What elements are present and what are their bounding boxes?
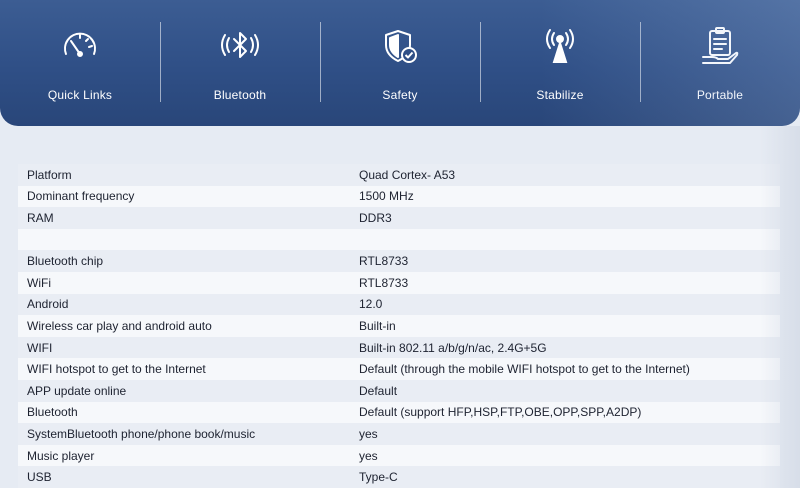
- spec-key: Dominant frequency: [27, 189, 135, 204]
- feature-portable: Portable: [640, 0, 800, 126]
- spec-key: SystemBluetooth phone/phone book/music: [27, 426, 256, 441]
- spec-table: Platform Quad Cortex- A53 Dominant freque…: [18, 164, 780, 488]
- feature-safety: Safety: [320, 0, 480, 126]
- spec-key: WIFI hotspot to get to the Internet: [27, 362, 206, 377]
- table-row: [18, 228, 780, 251]
- table-row: WIFI Built-in 802.11 a/b/g/n/ac, 2.4G+5G: [18, 336, 780, 359]
- spec-value: Default: [359, 383, 398, 398]
- feature-stabilize: Stabilize: [480, 0, 640, 126]
- spec-key: RAM: [27, 210, 54, 225]
- spec-key: USB: [27, 470, 52, 485]
- spec-key: Wireless car play and android auto: [27, 318, 212, 333]
- spec-value: Default (through the mobile WIFI hotspot…: [359, 362, 690, 377]
- spec-key: Bluetooth chip: [27, 254, 104, 269]
- spec-value: Built-in 802.11 a/b/g/n/ac, 2.4G+5G: [359, 340, 547, 355]
- table-row: USB Type-C: [18, 466, 780, 488]
- spec-key: Bluetooth: [27, 405, 78, 420]
- spec-value: DDR3: [359, 210, 392, 225]
- antenna-icon: [538, 24, 582, 68]
- spec-key: WiFi: [27, 275, 51, 290]
- spec-value: Default (support HFP,HSP,FTP,OBE,OPP,SPP…: [359, 405, 642, 420]
- spec-value: Type-C: [359, 470, 398, 485]
- table-row: WiFi RTL8733: [18, 271, 780, 294]
- table-row: Bluetooth chip RTL8733: [18, 250, 780, 272]
- spec-key: Android: [27, 297, 69, 312]
- table-row: Platform Quad Cortex- A53: [18, 164, 780, 186]
- feature-bluetooth: Bluetooth: [160, 0, 320, 126]
- feature-label: Bluetooth: [213, 88, 267, 102]
- table-row: SystemBluetooth phone/phone book/music ye…: [18, 423, 780, 445]
- spec-value: RTL8733: [359, 254, 409, 269]
- feature-banner: Quick Links Bluetooth Safety Stabilize P…: [0, 0, 800, 126]
- spec-key: Platform: [27, 167, 72, 182]
- feature-label: Portable: [696, 88, 744, 102]
- feature-label: Quick Links: [47, 88, 113, 102]
- spec-value: yes: [359, 426, 378, 441]
- spec-value: Quad Cortex- A53: [359, 167, 456, 182]
- feature-quick-links: Quick Links: [0, 0, 160, 126]
- spec-key: Music player: [27, 448, 95, 463]
- spec-value: yes: [359, 448, 378, 463]
- table-row: Music player yes: [18, 444, 780, 467]
- spec-key: APP update online: [27, 383, 127, 398]
- speedometer-icon: [58, 24, 102, 68]
- bluetooth-icon: [218, 24, 262, 68]
- shield-check-icon: [378, 24, 422, 68]
- spec-key: WIFI: [27, 340, 53, 355]
- spec-value: 1500 MHz: [359, 189, 414, 204]
- clipboard-hand-icon: [698, 24, 742, 68]
- feature-label: Stabilize: [536, 88, 584, 102]
- table-row: RAM DDR3: [18, 207, 780, 229]
- spec-value: 12.0: [359, 297, 383, 312]
- table-row: Dominant frequency 1500 MHz: [18, 185, 780, 208]
- feature-label: Safety: [382, 88, 418, 102]
- spec-value: Built-in: [359, 318, 396, 333]
- table-row: Android 12.0: [18, 293, 780, 316]
- table-row: APP update online Default: [18, 379, 780, 402]
- table-row: Bluetooth Default (support HFP,HSP,FTP,OB…: [18, 401, 780, 424]
- spec-value: RTL8733: [359, 275, 409, 290]
- table-row: Wireless car play and android auto Built-…: [18, 315, 780, 337]
- table-row: WIFI hotspot to get to the Internet Defau…: [18, 358, 780, 380]
